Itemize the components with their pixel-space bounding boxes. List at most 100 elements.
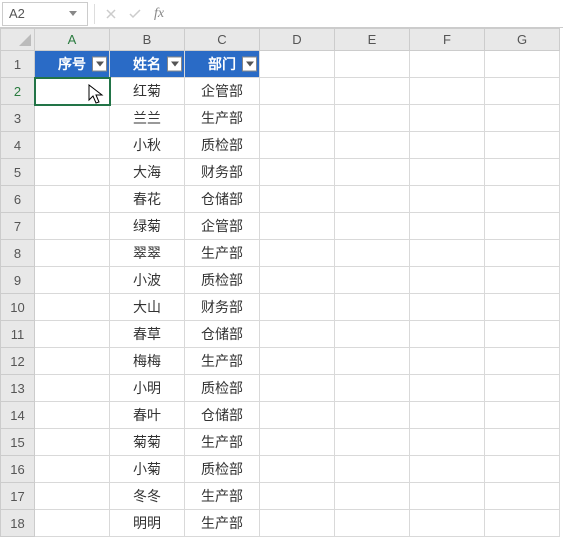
cell[interactable]: [410, 321, 485, 348]
cell[interactable]: 梅梅: [110, 348, 185, 375]
row-header[interactable]: 4: [1, 132, 35, 159]
cell[interactable]: [35, 456, 110, 483]
cell[interactable]: [260, 456, 335, 483]
cell[interactable]: [335, 321, 410, 348]
cell[interactable]: [35, 321, 110, 348]
name-box-dropdown-icon[interactable]: [65, 11, 81, 16]
cell[interactable]: 小秋: [110, 132, 185, 159]
header-cell-seq[interactable]: 序号: [35, 51, 110, 78]
cell[interactable]: [485, 456, 560, 483]
row-header[interactable]: 14: [1, 402, 35, 429]
row-header[interactable]: 7: [1, 213, 35, 240]
cell[interactable]: [260, 186, 335, 213]
cell[interactable]: [35, 186, 110, 213]
cell[interactable]: [485, 240, 560, 267]
cell[interactable]: [335, 105, 410, 132]
filter-dropdown-icon[interactable]: [167, 57, 182, 72]
cell[interactable]: [485, 294, 560, 321]
cell[interactable]: [485, 402, 560, 429]
cell[interactable]: [35, 429, 110, 456]
cell[interactable]: [410, 240, 485, 267]
row-header[interactable]: 8: [1, 240, 35, 267]
cell[interactable]: 仓储部: [185, 321, 260, 348]
cell[interactable]: [485, 78, 560, 105]
row-header[interactable]: 11: [1, 321, 35, 348]
header-cell-name[interactable]: 姓名: [110, 51, 185, 78]
cell[interactable]: [335, 483, 410, 510]
col-header-F[interactable]: F: [410, 29, 485, 51]
cell[interactable]: [35, 294, 110, 321]
cell[interactable]: [260, 267, 335, 294]
fx-icon[interactable]: fx: [147, 2, 171, 26]
cell[interactable]: 大海: [110, 159, 185, 186]
cell[interactable]: [485, 321, 560, 348]
cell[interactable]: 质检部: [185, 267, 260, 294]
cell[interactable]: 小波: [110, 267, 185, 294]
cell[interactable]: [260, 213, 335, 240]
cell[interactable]: 春草: [110, 321, 185, 348]
name-box[interactable]: A2: [2, 2, 88, 26]
cell[interactable]: 财务部: [185, 159, 260, 186]
col-header-B[interactable]: B: [110, 29, 185, 51]
cell[interactable]: [410, 132, 485, 159]
cell[interactable]: 明明: [110, 510, 185, 537]
cell[interactable]: 企管部: [185, 78, 260, 105]
cell[interactable]: [335, 240, 410, 267]
cell[interactable]: 生产部: [185, 483, 260, 510]
cell[interactable]: [260, 105, 335, 132]
row-header[interactable]: 2: [1, 78, 35, 105]
cell[interactable]: 质检部: [185, 375, 260, 402]
cell[interactable]: [410, 294, 485, 321]
cell[interactable]: [260, 375, 335, 402]
cell[interactable]: [335, 294, 410, 321]
cell[interactable]: 仓储部: [185, 402, 260, 429]
cell[interactable]: [485, 510, 560, 537]
cell[interactable]: [485, 186, 560, 213]
cell[interactable]: 企管部: [185, 213, 260, 240]
cell[interactable]: [35, 510, 110, 537]
row-header[interactable]: 1: [1, 51, 35, 78]
filter-dropdown-icon[interactable]: [242, 57, 257, 72]
cell[interactable]: [335, 213, 410, 240]
cell[interactable]: [260, 132, 335, 159]
cell[interactable]: 质检部: [185, 132, 260, 159]
cell[interactable]: [335, 402, 410, 429]
cell[interactable]: [260, 321, 335, 348]
row-header[interactable]: 5: [1, 159, 35, 186]
cell[interactable]: [485, 375, 560, 402]
filter-dropdown-icon[interactable]: [92, 57, 107, 72]
col-header-C[interactable]: C: [185, 29, 260, 51]
cell[interactable]: 小明: [110, 375, 185, 402]
cell[interactable]: [410, 213, 485, 240]
cell[interactable]: [485, 213, 560, 240]
cell[interactable]: [410, 51, 485, 78]
cell[interactable]: [335, 159, 410, 186]
cell[interactable]: 春叶: [110, 402, 185, 429]
row-header[interactable]: 6: [1, 186, 35, 213]
cell[interactable]: 大山: [110, 294, 185, 321]
cell[interactable]: [335, 456, 410, 483]
row-header[interactable]: 16: [1, 456, 35, 483]
col-header-D[interactable]: D: [260, 29, 335, 51]
cell[interactable]: [35, 402, 110, 429]
cell[interactable]: 生产部: [185, 348, 260, 375]
row-header[interactable]: 17: [1, 483, 35, 510]
cell[interactable]: [260, 78, 335, 105]
cell[interactable]: [35, 213, 110, 240]
cell[interactable]: [260, 429, 335, 456]
cell[interactable]: [485, 159, 560, 186]
formula-input[interactable]: [171, 2, 563, 26]
cell[interactable]: [410, 267, 485, 294]
cell[interactable]: [260, 348, 335, 375]
select-all-corner[interactable]: [1, 29, 35, 51]
cell[interactable]: 绿菊: [110, 213, 185, 240]
row-header[interactable]: 18: [1, 510, 35, 537]
cell[interactable]: [410, 483, 485, 510]
cell[interactable]: 生产部: [185, 105, 260, 132]
cell[interactable]: 生产部: [185, 510, 260, 537]
cell[interactable]: 生产部: [185, 240, 260, 267]
cell[interactable]: [335, 51, 410, 78]
cell[interactable]: [35, 132, 110, 159]
cell[interactable]: [410, 186, 485, 213]
cell[interactable]: [260, 294, 335, 321]
